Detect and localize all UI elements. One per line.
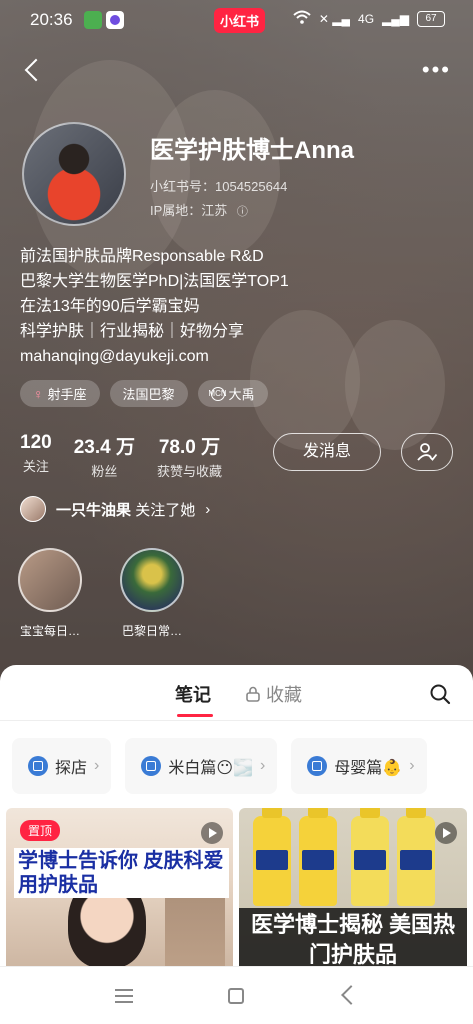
- collection-item[interactable]: 巴黎日常…: [116, 548, 188, 639]
- product-bottle: [351, 808, 389, 906]
- signal-icon: ▂▄▆: [382, 11, 409, 26]
- app-notification-icon: [106, 11, 124, 29]
- tag-label: 射手座: [47, 387, 87, 402]
- stat-value: 120: [20, 432, 52, 453]
- follower-name: 一只牛油果: [56, 501, 132, 519]
- product-bottle: [299, 808, 337, 906]
- back-icon[interactable]: [22, 58, 46, 82]
- recent-apps-icon[interactable]: [115, 989, 133, 1003]
- pinned-badge: 置顶: [20, 820, 61, 841]
- album-icon: [307, 756, 328, 776]
- tab-notes[interactable]: 笔记: [175, 681, 213, 717]
- app-brand-badge: 小红书: [214, 8, 266, 33]
- bio-line: 科学护肤｜行业揭秘｜好物分享: [20, 323, 245, 340]
- profile-bio: 前法国护肤品牌Responsable R&D 巴黎大学生物医学PhD|法国医学T…: [20, 244, 289, 369]
- profile-stats: 120 关注 23.4 万 粉丝 78.0 万 获赞与收藏: [20, 432, 222, 480]
- lock-icon: [246, 686, 260, 702]
- stat-followers[interactable]: 23.4 万 粉丝: [74, 432, 135, 480]
- content-tabs: 笔记 收藏: [0, 665, 473, 721]
- chevron-right-icon: ›: [205, 500, 211, 518]
- home-icon[interactable]: [228, 988, 244, 1004]
- tag-label: 法国巴黎: [122, 387, 175, 402]
- note-card[interactable]: 学博士告诉你 皮肤科爱用护肤品 置顶: [6, 808, 233, 968]
- female-icon: ♀: [33, 385, 44, 402]
- album-label: 探店: [55, 760, 88, 777]
- stat-likes[interactable]: 78.0 万 获赞与收藏: [157, 432, 222, 480]
- note-card[interactable]: 医学博士揭秘 美国热门护肤品: [239, 808, 467, 968]
- tag-company[interactable]: MCN 大禹: [197, 380, 268, 407]
- profile-name: 医学护肤博士Anna: [150, 137, 354, 164]
- product-bottle: [397, 808, 435, 906]
- album-label: 米白篇😶🌫️: [168, 760, 253, 777]
- profile-tags: ♀ 射手座 法国巴黎 MCN 大禹: [20, 380, 268, 407]
- stat-label: 关注: [22, 459, 49, 474]
- ip-location-text: IP属地：江苏: [150, 203, 228, 218]
- stat-following[interactable]: 120 关注: [20, 432, 52, 480]
- album-chip[interactable]: 探店 ›: [12, 738, 112, 794]
- more-options-icon[interactable]: •••: [422, 59, 451, 81]
- status-time: 20:36: [30, 10, 73, 29]
- video-play-icon: [201, 822, 223, 844]
- status-indicators: ✕ ▂▄ 4G ▂▄▆ 67: [293, 10, 445, 27]
- profile-ip-location: IP属地：江苏 ⓘ: [150, 200, 248, 219]
- album-chip[interactable]: 米白篇😶🌫️ ›: [125, 738, 278, 794]
- stat-label: 粉丝: [91, 464, 118, 479]
- content-panel: 笔记 收藏 探店 › 米白篇😶🌫️ › 母婴篇👶 › 学博士告诉你 皮肤科爱用护…: [0, 665, 473, 968]
- follow-note: 关注了她: [135, 501, 196, 519]
- company-icon: MCN: [208, 386, 227, 401]
- battery-icon: 67: [417, 10, 445, 27]
- tag-zodiac: ♀ 射手座: [20, 380, 100, 407]
- chevron-right-icon: ›: [94, 757, 100, 774]
- collections-row: 宝宝每日… 巴黎日常…: [14, 548, 188, 639]
- background-figure: [150, 90, 280, 260]
- bio-line: 前法国护肤品牌Responsable R&D: [20, 248, 264, 265]
- notes-grid: 学博士告诉你 皮肤科爱用护肤品 置顶 医学博士揭秘 美国热门护肤品: [6, 808, 467, 968]
- collection-cover: [120, 548, 184, 612]
- collection-label: 巴黎日常…: [121, 624, 182, 638]
- background-figure: [345, 320, 445, 450]
- stat-label: 获赞与收藏: [156, 464, 222, 479]
- bio-line: mahanqing@dayukeji.com: [20, 348, 209, 365]
- tab-collect[interactable]: 收藏: [246, 681, 302, 707]
- tag-label: 大禹: [228, 387, 255, 402]
- wifi-icon: [293, 10, 311, 27]
- followed-status-button[interactable]: [401, 433, 453, 471]
- chevron-right-icon: ›: [409, 757, 415, 774]
- system-navigation-bar: [0, 966, 473, 1024]
- bio-line: 在法13年的90后学霸宝妈: [20, 298, 200, 315]
- user-check-icon: [417, 443, 438, 461]
- avatar[interactable]: [22, 122, 126, 226]
- note-cover-title: 学博士告诉你 皮肤科爱用护肤品: [14, 848, 229, 898]
- note-cover-title: 医学博士揭秘 美国热门护肤品: [239, 908, 467, 968]
- signal-icon: ✕ ▂▄: [318, 11, 351, 26]
- stat-value: 23.4 万: [73, 437, 135, 458]
- stat-value: 78.0 万: [158, 437, 221, 458]
- info-icon[interactable]: ⓘ: [237, 206, 248, 218]
- bio-line: 巴黎大学生物医学PhD|法国医学TOP1: [20, 273, 289, 290]
- album-icon: [28, 756, 48, 776]
- network-type: 4G: [358, 11, 375, 26]
- profile-id[interactable]: 小红书号：1054525644: [150, 176, 287, 195]
- album-label: 母婴篇👶: [334, 760, 403, 777]
- album-chip[interactable]: 母婴篇👶 ›: [291, 738, 427, 794]
- collection-label: 宝宝每日…: [19, 624, 80, 638]
- collection-cover: [18, 548, 82, 612]
- avatar: [20, 496, 46, 522]
- album-icon: [141, 756, 162, 776]
- collection-item[interactable]: 宝宝每日…: [14, 548, 86, 639]
- tab-label: 收藏: [266, 685, 302, 705]
- chevron-right-icon: ›: [259, 757, 266, 774]
- app-notification-icon: [84, 11, 102, 29]
- product-bottle: [253, 808, 291, 906]
- tag-location: 法国巴黎: [109, 380, 188, 407]
- system-back-icon[interactable]: [341, 985, 361, 1005]
- video-play-icon: [435, 822, 457, 844]
- album-chips: 探店 › 米白篇😶🌫️ › 母婴篇👶 ›: [12, 738, 427, 794]
- status-bar: 20:36 小红书 ✕ ▂▄ 4G ▂▄▆ 67: [0, 0, 473, 40]
- send-message-button[interactable]: 发消息: [273, 433, 381, 471]
- mutual-follow-row[interactable]: 一只牛油果 关注了她 ›: [20, 496, 210, 522]
- search-icon[interactable]: [429, 683, 451, 705]
